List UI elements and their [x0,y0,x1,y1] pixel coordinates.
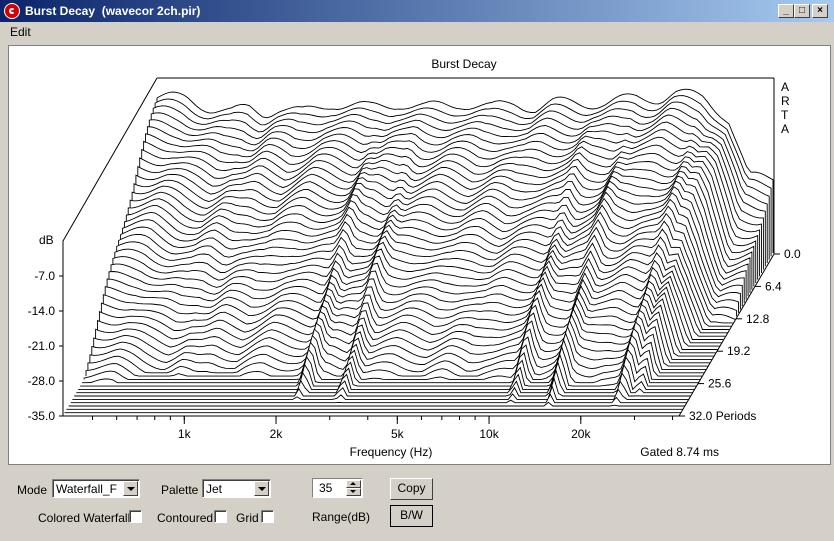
colored-waterfall-label: Colored Waterfall [38,511,131,525]
y-unit-label: dB [39,233,54,247]
y-tick-label: -35.0 [28,409,56,423]
maximize-button[interactable]: □ [794,4,810,18]
contoured-label: Contoured [157,511,214,525]
z-tick-label: 0.0 [784,247,801,261]
grid-checkbox[interactable] [261,510,274,523]
x-axis-label: Frequency (Hz) [350,445,433,459]
colored-waterfall-checkbox[interactable] [129,510,142,523]
x-tick-label: 20k [571,427,591,441]
copy-button[interactable]: Copy [390,478,433,500]
plot-area: dB -7.0 -14.0 -21.0 -28.0 -35.0 1k 2k 5k 10k 20k Fr… [8,45,831,465]
contoured-checkbox[interactable] [214,510,227,523]
minimize-button[interactable]: _ [778,4,794,18]
z-tick-label: 25.6 [708,377,732,391]
range-value: 35 [319,481,333,495]
brand-letter: A [781,80,789,94]
grid-label: Grid [236,511,259,525]
z-tick-label: 12.8 [746,312,770,326]
range-label: Range(dB) [312,510,371,524]
z-tick-label: 32.0 Periods [689,409,756,423]
waterfall-plot: dB -7.0 -14.0 -21.0 -28.0 -35.0 1k 2k 5k 10k 20k Fr… [28,57,801,459]
gated-annotation: Gated 8.74 ms [640,445,719,459]
y-tick-label: -28.0 [28,374,56,388]
mode-label: Mode [17,483,48,497]
chevron-down-icon[interactable] [254,481,269,496]
spin-up-icon[interactable] [346,480,361,488]
y-tick-label: -14.0 [28,304,56,318]
z-tick-label: 6.4 [765,279,782,293]
brand-letter: R [781,94,790,108]
x-tick-label: 2k [270,427,284,441]
spin-down-icon[interactable] [346,488,361,496]
x-tick-label: 10k [479,427,499,441]
window-title: Burst Decay (wavecor 2ch.pir) [25,4,201,18]
chevron-down-icon[interactable] [123,481,138,496]
menu-edit[interactable]: Edit [10,25,31,39]
title-bar: Burst Decay (wavecor 2ch.pir) _ □ × [0,0,834,22]
mode-select[interactable]: Waterfall_F [52,479,140,498]
range-spinbox[interactable]: 35 [312,478,363,498]
y-tick-label: -21.0 [28,339,56,353]
x-tick-label: 1k [178,427,192,441]
y-tick-label: -7.0 [34,269,55,283]
palette-select-value: Jet [206,482,223,496]
palette-label: Palette [161,483,199,497]
chart-title: Burst Decay [431,57,496,71]
z-tick-label: 19.2 [727,344,751,358]
brand-letter: T [781,108,789,122]
bw-button[interactable]: B/W [390,505,433,527]
menu-bar: Edit [0,22,834,42]
brand-letter: A [781,122,789,136]
app-icon[interactable] [4,3,20,19]
close-button[interactable]: × [812,4,828,18]
palette-select[interactable]: Jet [202,479,271,498]
mode-select-value: Waterfall_F [56,482,117,496]
x-tick-label: 5k [391,427,405,441]
